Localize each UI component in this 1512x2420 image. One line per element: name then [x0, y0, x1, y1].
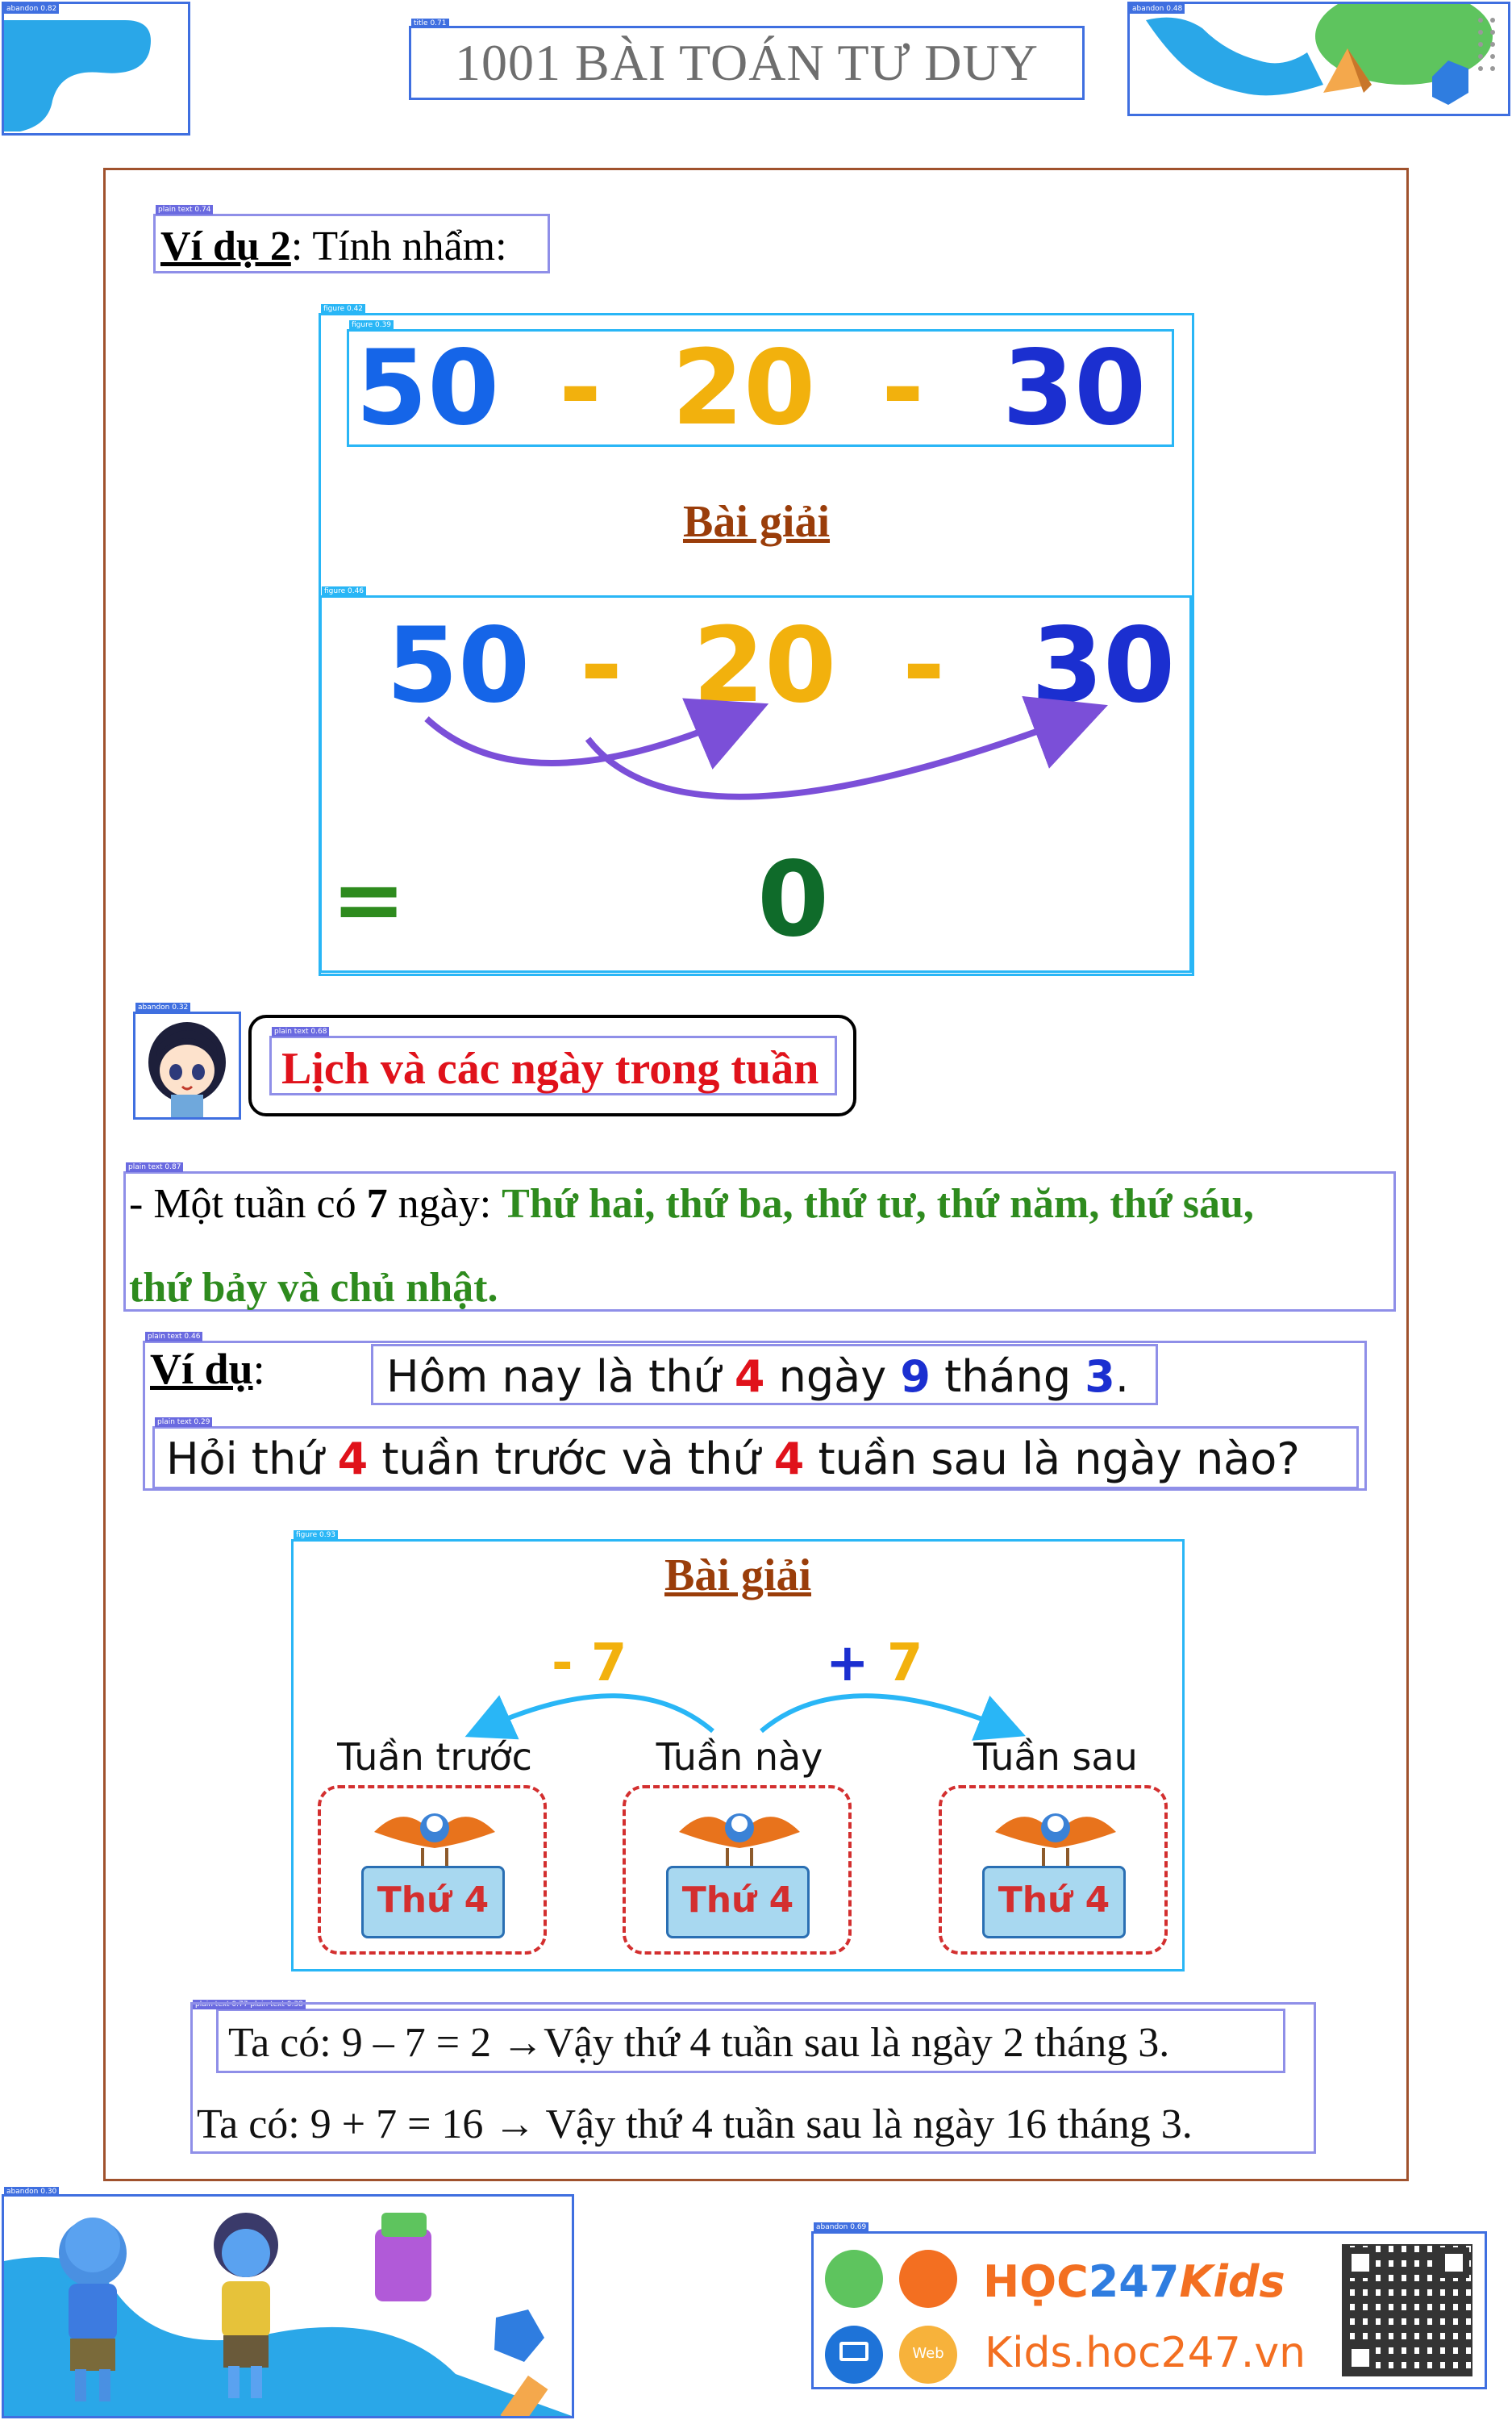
example2-expression: 50 - 20 - 30 — [349, 336, 1172, 441]
stmt-g: . — [1114, 1351, 1130, 1402]
header-decoration-right: abandon 0.48 — [1127, 0, 1510, 116]
q-c: tuần trước và thứ — [368, 1433, 774, 1484]
decorative-blob-icon — [4, 4, 188, 131]
weeks-figure: figure 0.93 Bài giải - 7 + 7 Tuần trước … — [291, 1530, 1185, 1971]
header-decoration-left: abandon 0.82 — [2, 2, 190, 136]
stmt-e: tháng — [930, 1351, 1085, 1402]
example-label: Ví dụ — [150, 1345, 253, 1393]
bird-icon — [679, 1813, 800, 1872]
brand-hoc: HỌC — [983, 2256, 1089, 2307]
example-colon: : — [252, 1345, 265, 1393]
week-sign-text-current: Thứ 4 — [681, 1880, 794, 1921]
example2-label: Ví dụ 2 — [160, 223, 291, 269]
week-intro: - Một tuần có — [129, 1181, 367, 1227]
detector-tag: abandon 0.30 — [4, 2187, 60, 2197]
example2-expression-box: figure 0.39 50 - 20 - 30 — [347, 320, 1174, 447]
q-e: tuần sau là ngày nào? — [804, 1433, 1300, 1484]
brand-url[interactable]: Kids.hoc247.vn — [985, 2329, 1306, 2377]
example2-text: : Tính nhẩm: — [290, 223, 507, 269]
decorative-shapes-icon — [1146, 0, 1495, 105]
answer-line2: Ta có: 9 + 7 = 16 → Vậy thứ 4 tuần sau l… — [197, 2101, 1193, 2147]
week-line1: - Một tuần có 7 ngày: Thứ hai, thứ ba, t… — [129, 1180, 1254, 1228]
avatar — [148, 1022, 226, 1117]
mascot-icon — [899, 2250, 957, 2308]
week-sign-current: Thứ 4 — [666, 1866, 810, 1938]
stmt-d: 9 — [900, 1351, 931, 1402]
kids-illustration-icon — [4, 2213, 572, 2420]
detector-tag: plain text 0.87 — [126, 1162, 184, 1172]
web-badge[interactable]: Web — [899, 2326, 957, 2384]
week-name-current: Tuần này — [656, 1735, 823, 1779]
week-paragraph: plain text 0.87 - Một tuần có 7 ngày: Th… — [123, 1162, 1396, 1312]
header-title-box: title 0.71 1001 BÀI TOÁN TƯ DUY — [409, 19, 1085, 100]
week-mid: ngày: — [387, 1181, 502, 1227]
page-title: 1001 BÀI TOÁN TƯ DUY — [455, 34, 1039, 91]
footer-decoration-left: abandon 0.30 — [2, 2187, 574, 2420]
example-statement-text: Hôm nay là thứ 4 ngày 9 tháng 3. — [386, 1351, 1129, 1402]
example-question-text: Hỏi thứ 4 tuần trước và thứ 4 tuần sau l… — [166, 1433, 1300, 1484]
detector-tag: plain text 0.68 — [272, 1027, 330, 1037]
curved-arrows-icon — [424, 695, 1108, 800]
expr-num-20: 20 — [672, 328, 816, 449]
week-sign-text-previous: Thứ 4 — [377, 1880, 489, 1921]
example2-heading: Ví dụ 2: Tính nhẩm: — [160, 223, 507, 270]
app-store-icon — [825, 2250, 883, 2308]
q-b: 4 — [337, 1433, 369, 1484]
week-sign-previous: Thứ 4 — [361, 1866, 505, 1938]
detector-tag: abandon 0.32 — [135, 1003, 191, 1012]
q-d: 4 — [773, 1433, 805, 1484]
web-badge-label: Web — [912, 2345, 944, 2362]
qr-code-icon — [1342, 2244, 1472, 2376]
week-name-previous: Tuần trước — [337, 1735, 532, 1779]
example2-solution-title: Bài giải — [682, 497, 831, 547]
example2-solution: 50 - 20 - 30 = 0 — [322, 598, 1189, 970]
expr-num-50: 50 — [356, 328, 500, 449]
week-card-current: Tuần này Thứ 4 — [623, 1735, 856, 1963]
sol-equals: = — [331, 848, 406, 951]
section-title-detector: plain text 0.68 Lịch và các ngày trong t… — [269, 1027, 837, 1095]
sol-result: 0 — [757, 840, 830, 960]
detector-tag: figure 0.93 — [294, 1530, 339, 1540]
stmt-c: ngày — [764, 1351, 901, 1402]
avatar-box: abandon 0.32 — [133, 1003, 241, 1120]
detector-tag: plain text 0.46 — [145, 1332, 203, 1341]
week-card-previous: Tuần trước Thứ 4 — [318, 1735, 552, 1963]
desktop-icon — [825, 2326, 883, 2384]
detector-tag: figure 0.46 — [322, 586, 367, 596]
bird-icon — [995, 1813, 1116, 1872]
week-count: 7 — [366, 1181, 388, 1227]
week-sign-text-next: Thứ 4 — [998, 1880, 1110, 1921]
example-question: plain text 0.29 Hỏi thứ 4 tuần trước và … — [152, 1417, 1359, 1489]
week-days-2: thứ bảy và chủ nhật. — [129, 1265, 498, 1311]
stmt-a: Hôm nay là thứ — [386, 1351, 735, 1402]
expr-num-30: 30 — [1002, 328, 1147, 449]
week-card-next: Tuần sau Thứ 4 — [939, 1735, 1173, 1963]
section-title-box: plain text 0.68 Lịch và các ngày trong t… — [248, 1015, 856, 1116]
expr-minus-2: - — [881, 328, 925, 449]
stmt-f: 3 — [1085, 1351, 1115, 1402]
detector-tag: plain text 0.29 — [155, 1417, 213, 1427]
brand-num: 247 — [1088, 2256, 1180, 2307]
week-sign-next: Thứ 4 — [982, 1866, 1126, 1938]
brand-logo: HỌC247Kids — [983, 2256, 1285, 2307]
q-a: Hỏi thứ — [166, 1433, 338, 1484]
detector-tag: abandon 0.69 — [814, 2222, 869, 2232]
expr-minus-1: - — [559, 328, 602, 449]
example2-solution-figure: figure 0.46 50 - 20 - 30 = 0 — [319, 586, 1192, 973]
week-name-next: Tuần sau — [973, 1735, 1138, 1779]
example-statement: Hôm nay là thứ 4 ngày 9 tháng 3. — [371, 1344, 1158, 1405]
detector-tag: abandon 0.82 — [4, 4, 60, 14]
brand-kids: Kids — [1179, 2256, 1285, 2307]
detector-tag: figure 0.42 — [321, 304, 366, 314]
bird-icon — [374, 1813, 495, 1872]
week-days-1: Thứ hai, thứ ba, thứ tư, thứ năm, thứ sá… — [502, 1181, 1254, 1227]
detector-tag: title 0.71 — [411, 19, 449, 28]
detector-tag: abandon 0.48 — [1130, 4, 1185, 14]
section-title: Lịch và các ngày trong tuần — [281, 1044, 819, 1094]
example-line1: Ví dụ: — [150, 1344, 265, 1404]
stmt-b: 4 — [734, 1351, 765, 1402]
detector-tag: plain text 0.74 — [156, 205, 214, 215]
example2-heading-box: plain text 0.74 Ví dụ 2: Tính nhẩm: — [153, 205, 550, 273]
